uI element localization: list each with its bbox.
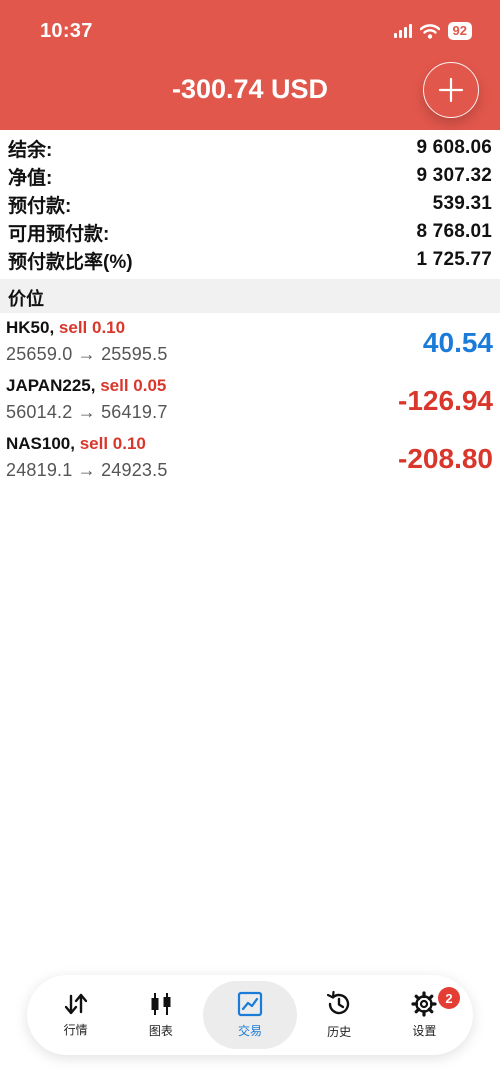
tab-trade[interactable]: 交易: [203, 981, 297, 1049]
position-row-nas100[interactable]: NAS100, sell 0.10 24819.1 → 24923.5 -208…: [0, 429, 500, 487]
position-prices: 56014.2 → 56419.7: [6, 402, 168, 422]
summary-label: 净值:: [8, 167, 53, 189]
history-icon: [327, 990, 350, 1015]
tab-history[interactable]: 历史: [297, 981, 382, 1049]
position-symbol: NAS100,: [6, 434, 75, 453]
summary-row-balance: 结余: 9 608.06: [0, 134, 500, 162]
cellular-signal-icon: [393, 24, 412, 38]
position-row-hk50[interactable]: HK50, sell 0.10 25659.0 → 25595.5 40.54: [0, 313, 500, 371]
app-header: 10:37 92 -300.74 USD: [0, 0, 500, 130]
tab-label: 图表: [148, 1024, 173, 1038]
summary-value: 9 307.32: [416, 165, 492, 186]
tab-quotes[interactable]: 行情: [33, 981, 118, 1049]
position-prices: 24819.1 → 24923.5: [6, 460, 168, 480]
notification-badge: 2: [438, 987, 461, 1009]
summary-label: 可用预付款:: [8, 223, 110, 245]
position-side: sell 0.10: [58, 318, 126, 337]
trade-chart-icon: [237, 991, 263, 1017]
account-summary: 结余: 9 608.06 净值: 9 307.32 预付款: 539.31 可用…: [0, 134, 500, 274]
status-bar: 10:37 92: [0, 0, 500, 64]
plus-icon: [438, 77, 464, 103]
position-side: sell 0.10: [79, 434, 146, 453]
tab-label: 行情: [63, 1023, 88, 1037]
summary-value: 8 768.01: [416, 221, 492, 242]
position-title: NAS100, sell 0.10: [6, 434, 146, 454]
new-order-button[interactable]: [423, 62, 479, 118]
summary-row-margin: 预付款: 539.31: [0, 190, 500, 218]
summary-label: 预付款:: [8, 195, 72, 217]
position-profit: -126.94: [398, 385, 493, 416]
summary-label: 预付款比率(%): [8, 251, 133, 273]
candlestick-icon: [151, 993, 171, 1015]
tab-label: 交易: [238, 1024, 263, 1038]
bottom-tab-bar: 行情 图表 交易 历史 设置 2: [27, 975, 473, 1055]
position-title: JAPAN225, sell 0.05: [6, 376, 166, 396]
position-profit: -208.80: [398, 443, 493, 474]
summary-label: 结余:: [8, 139, 53, 161]
arrows-up-down-icon: [64, 993, 87, 1015]
summary-value: 9 608.06: [416, 137, 492, 158]
positions-section-header: 价位: [0, 279, 500, 313]
summary-row-free-margin: 可用预付款: 8 768.01: [0, 218, 500, 246]
position-title: HK50, sell 0.10: [6, 318, 125, 338]
tab-charts[interactable]: 图表: [118, 981, 203, 1049]
summary-value: 1 725.77: [416, 249, 492, 270]
status-icons: 92: [393, 22, 472, 40]
position-symbol: JAPAN225,: [6, 376, 96, 395]
battery-indicator: 92: [447, 22, 472, 40]
summary-value: 539.31: [432, 193, 492, 214]
summary-row-equity: 净值: 9 307.32: [0, 162, 500, 190]
wifi-icon: [419, 23, 440, 39]
position-profit: 40.54: [422, 327, 493, 358]
gear-icon: [411, 991, 438, 1017]
position-symbol: HK50,: [6, 318, 55, 337]
summary-row-margin-level: 预付款比率(%) 1 725.77: [0, 246, 500, 274]
position-row-japan225[interactable]: JAPAN225, sell 0.05 56014.2 → 56419.7 -1…: [0, 371, 500, 429]
tab-label: 设置: [412, 1024, 437, 1038]
tab-label: 历史: [327, 1025, 352, 1039]
position-prices: 25659.0 → 25595.5: [6, 344, 168, 364]
tab-settings[interactable]: 设置 2: [382, 981, 467, 1049]
positions-list: HK50, sell 0.10 25659.0 → 25595.5 40.54 …: [0, 313, 500, 487]
status-time: 10:37: [40, 20, 93, 42]
position-side: sell 0.05: [100, 376, 167, 395]
